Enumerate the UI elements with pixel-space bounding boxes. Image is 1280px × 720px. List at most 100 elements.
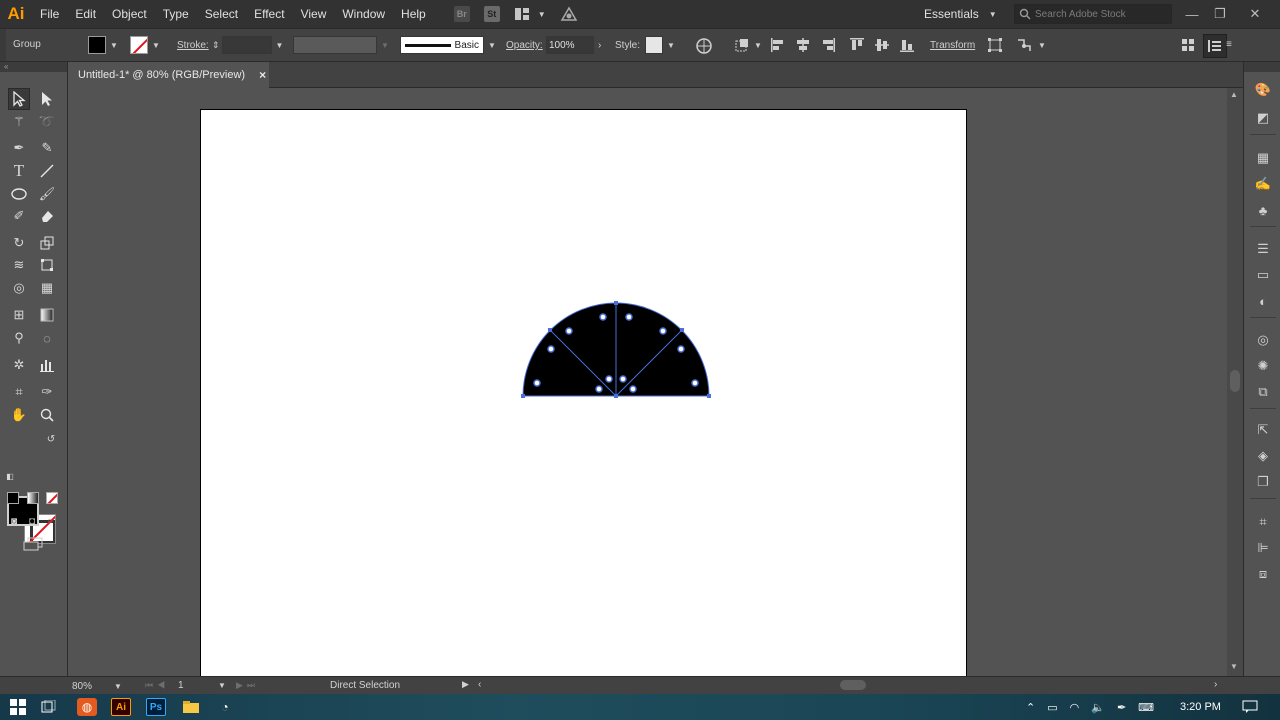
panel-menu-toggle[interactable] (1203, 34, 1227, 58)
menu-window[interactable]: Window (334, 7, 393, 21)
photoshop-taskbar-icon[interactable]: Ps (146, 698, 166, 716)
artboard-tool-icon[interactable]: ⌗ (8, 381, 30, 403)
hand-tool-icon[interactable]: ✋ (8, 404, 30, 426)
horizontal-scroll-thumb[interactable] (840, 680, 866, 690)
fill-swatch[interactable] (88, 36, 106, 54)
windows-start-icon[interactable] (8, 698, 28, 716)
capture-app-icon[interactable]: ◔ (215, 698, 235, 716)
gradient-mode-icon[interactable] (27, 492, 39, 504)
none-mode-icon[interactable] (46, 492, 58, 504)
artboard[interactable] (200, 109, 967, 676)
column-graph-tool-icon[interactable] (36, 354, 58, 376)
menu-object[interactable]: Object (104, 7, 155, 21)
menu-effect[interactable]: Effect (246, 7, 292, 21)
align-top-icon[interactable] (849, 37, 865, 53)
menu-view[interactable]: View (293, 7, 335, 21)
chevron-right-icon[interactable]: › (598, 40, 601, 51)
lasso-tool-icon[interactable]: ➰ (36, 111, 58, 133)
color-panel-icon[interactable]: 🎨 (1253, 80, 1273, 100)
selection-tool-icon[interactable] (8, 88, 30, 110)
stroke-weight-input[interactable] (221, 36, 272, 54)
system-clock[interactable]: 3:20 PM (1180, 694, 1221, 720)
pathfinder-panel-icon[interactable]: ⧈ (1253, 564, 1273, 584)
volume-icon[interactable]: 🔈 (1091, 701, 1105, 714)
graphic-style-swatch[interactable] (645, 36, 663, 54)
export-panel-icon[interactable]: ⇱ (1253, 420, 1273, 440)
opacity-control[interactable]: 100% › (546, 36, 601, 54)
puppet-warp-button[interactable]: ▼ (1016, 37, 1046, 53)
align-to-button[interactable]: ▼ (734, 37, 762, 53)
width-tool-icon[interactable]: ≋ (8, 254, 30, 276)
draw-normal-icon[interactable]: ◙ (6, 514, 22, 528)
control-bar-grip[interactable] (0, 29, 6, 61)
width-profile-field[interactable] (293, 36, 377, 54)
stroke-swatch[interactable] (130, 36, 148, 54)
stroke-color-control[interactable]: ▼ (130, 36, 160, 54)
blend-tool-icon[interactable]: ◌ (36, 327, 58, 349)
magic-wand-tool-icon[interactable]: ⚚ (8, 111, 30, 133)
perspective-grid-tool-icon[interactable]: ▦ (36, 277, 58, 299)
tools-panel-collapse[interactable]: « (0, 62, 67, 72)
show-hidden-icons-icon[interactable]: ⌃ (1026, 701, 1035, 714)
align-panel-icon[interactable]: ⊫ (1253, 538, 1273, 558)
wifi-icon[interactable]: ◠ (1070, 701, 1080, 714)
layers-panel-icon[interactable]: ◈ (1253, 446, 1273, 466)
transform-panel-icon[interactable]: ⌗ (1253, 512, 1273, 532)
minimize-button[interactable]: — (1177, 0, 1207, 28)
task-view-icon[interactable] (40, 698, 60, 716)
stroke-panel-icon[interactable]: ☰ (1253, 239, 1273, 259)
zoom-control[interactable]: 80% ▼ (72, 679, 132, 693)
transform-link[interactable]: Transform (930, 40, 975, 51)
stock-icon[interactable]: St (483, 6, 500, 22)
direct-selection-tool-icon[interactable] (36, 88, 58, 110)
document-tab[interactable]: Untitled-1* @ 80% (RGB/Preview) × (69, 62, 269, 88)
menu-help[interactable]: Help (393, 7, 434, 21)
free-transform-tool-icon[interactable] (36, 254, 58, 276)
close-tab-icon[interactable]: × (259, 68, 266, 82)
scroll-left-icon[interactable]: ‹ (478, 679, 481, 690)
align-right-icon[interactable] (820, 37, 836, 53)
draw-behind-icon[interactable]: ◘ (24, 514, 40, 528)
firefox-icon[interactable]: ◍ (77, 698, 97, 716)
brush-definition[interactable]: Basic ▼ (400, 36, 496, 54)
menu-select[interactable]: Select (197, 7, 246, 21)
opacity-label[interactable]: Opacity: (506, 40, 543, 51)
curvature-tool-icon[interactable]: ✎ (36, 137, 58, 159)
default-fill-stroke-icon[interactable]: ◧ (4, 470, 16, 482)
symbols-panel-icon[interactable]: ♣ (1253, 200, 1273, 220)
graphic-style-control[interactable]: ▼ (645, 36, 675, 54)
symbol-sprayer-tool-icon[interactable]: ✲ (8, 354, 30, 376)
stroke-weight-field[interactable]: ⇕ ▼ (212, 36, 283, 54)
appearance-panel-icon[interactable]: ◎ (1253, 330, 1273, 350)
opacity-input[interactable]: 100% (546, 36, 594, 54)
menu-file[interactable]: File (32, 7, 67, 21)
scale-tool-icon[interactable] (36, 232, 58, 254)
artboards-panel-icon[interactable]: ❐ (1253, 472, 1273, 492)
change-screen-mode-icon[interactable] (22, 535, 44, 553)
zoom-tool-icon[interactable] (36, 404, 58, 426)
close-window-button[interactable]: ✕ (1240, 0, 1270, 28)
swatches-panel-icon[interactable]: ▦ (1253, 148, 1273, 168)
stepper-icon[interactable]: ⇕ (212, 40, 220, 51)
brush-definition-field[interactable]: Basic (400, 36, 484, 54)
mesh-tool-icon[interactable]: ⊞ (8, 304, 30, 326)
panel-dock-collapse[interactable] (1244, 62, 1280, 72)
line-segment-tool-icon[interactable] (36, 160, 58, 182)
maximize-button[interactable]: ❐ (1205, 0, 1235, 28)
workspace-switcher[interactable]: Essentials ▼ (916, 0, 1005, 28)
arrange-documents-button[interactable]: ▼ (514, 7, 546, 21)
notifications-icon[interactable] (1240, 698, 1260, 716)
battery-icon[interactable]: ▭ (1047, 701, 1057, 714)
brushes-panel-icon[interactable]: ✍ (1253, 174, 1273, 194)
rotate-tool-icon[interactable]: ↻ (8, 232, 30, 254)
transparency-panel-icon[interactable]: ◐ (1253, 291, 1273, 311)
asset-export-panel-icon[interactable]: ⧉ (1253, 382, 1273, 402)
gradient-panel-icon[interactable]: ▭ (1253, 265, 1273, 285)
graphic-styles-panel-icon[interactable]: ✺ (1253, 356, 1273, 376)
color-guide-icon[interactable]: ◩ (1253, 108, 1273, 128)
color-mode-icon[interactable] (7, 492, 19, 504)
align-bottom-icon[interactable] (899, 37, 915, 53)
artboard-number[interactable]: 1 (178, 680, 184, 691)
align-left-icon[interactable] (770, 37, 786, 53)
shaper-tool-icon[interactable]: ✐ (8, 205, 30, 227)
